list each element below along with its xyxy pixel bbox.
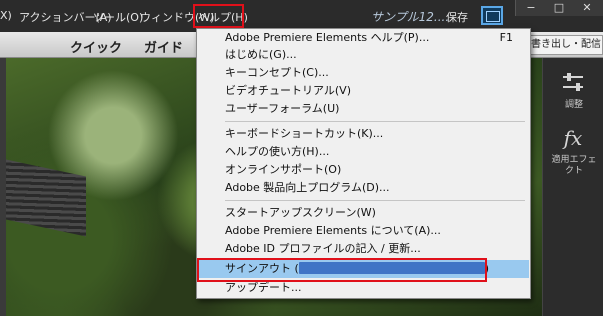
adjust-label: 調整 bbox=[564, 100, 583, 110]
window-controls: − □ ✕ bbox=[515, 0, 603, 16]
menu-item-keyboard-shortcuts[interactable]: キーボードショートカット(K)... bbox=[198, 125, 529, 143]
close-icon[interactable]: ✕ bbox=[574, 1, 600, 14]
help-menu-highlight-box bbox=[193, 4, 244, 28]
adjust-sliders-icon[interactable] bbox=[557, 70, 589, 96]
save-button[interactable]: 保存 bbox=[446, 9, 468, 25]
menu-item-premiere-help[interactable]: Adobe Premiere Elements ヘルプ(P)... F1 bbox=[198, 29, 529, 47]
menu-item-startup-screen[interactable]: スタートアップスクリーン(W) bbox=[198, 204, 529, 222]
tab-quick[interactable]: クイック bbox=[70, 37, 122, 56]
menu-item-video-tutorials[interactable]: ビデオチュートリアル(V) bbox=[198, 82, 529, 100]
maximize-icon[interactable]: □ bbox=[546, 1, 572, 14]
sign-out-highlight-box bbox=[197, 258, 487, 282]
menu-item-user-forum[interactable]: ユーザーフォーラム(U) bbox=[198, 100, 529, 118]
menu-item-adobe-id-profile[interactable]: Adobe ID プロファイルの記入 / 更新... bbox=[198, 240, 529, 258]
menu-item-improvement-program[interactable]: Adobe 製品向上プログラム(D)... bbox=[198, 179, 529, 197]
effects-label: 適用エフェクト bbox=[551, 155, 597, 176]
menu-item-getting-started[interactable]: はじめに(G)... bbox=[198, 46, 529, 64]
monitor-icon[interactable] bbox=[481, 6, 503, 25]
minimize-icon[interactable]: − bbox=[518, 1, 544, 14]
menu-item-tools[interactable]: ツール(O) bbox=[93, 9, 143, 25]
menu-item-key-concepts[interactable]: キーコンセプト(C)... bbox=[198, 64, 529, 82]
right-panel: 調整 fx 適用エフェクト bbox=[542, 58, 603, 316]
menu-item-online-support[interactable]: オンラインサポート(O) bbox=[198, 161, 529, 179]
menu-separator bbox=[225, 200, 525, 201]
share-export-button[interactable]: 書き出し・配信 ▾ bbox=[524, 35, 603, 55]
menu-item-file[interactable]: X) bbox=[0, 9, 12, 22]
document-title: サンプル12.... bbox=[371, 10, 450, 24]
menu-separator bbox=[225, 121, 525, 122]
shortcut-label: F1 bbox=[499, 31, 513, 44]
tab-guided[interactable]: ガイド bbox=[144, 37, 183, 56]
effects-fx-icon[interactable]: fx bbox=[557, 126, 589, 152]
menu-item-how-to-use-help[interactable]: ヘルプの使い方(H)... bbox=[198, 143, 529, 161]
menu-item-about[interactable]: Adobe Premiere Elements について(A)... bbox=[198, 222, 529, 240]
menu-item-label: Adobe Premiere Elements ヘルプ(P)... bbox=[225, 31, 430, 44]
house-roof-image bbox=[6, 159, 86, 237]
